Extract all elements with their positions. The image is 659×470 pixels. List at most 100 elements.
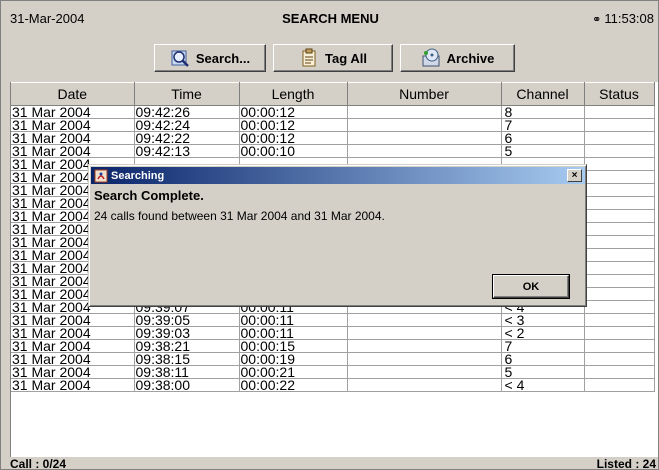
column-header-number[interactable]: Number xyxy=(347,82,502,106)
cell-time: 09:38:15 xyxy=(134,352,240,366)
cell-length: 00:00:21 xyxy=(239,365,348,379)
cell-time: 09:38:11 xyxy=(134,365,240,379)
cell-number xyxy=(347,352,502,366)
cell-channel: < 4 xyxy=(501,378,585,392)
cell-length: 00:00:12 xyxy=(239,131,348,145)
cell-channel: 6 xyxy=(501,352,585,366)
cell-time: 09:42:24 xyxy=(134,118,240,132)
column-header-date[interactable]: Date xyxy=(11,82,135,106)
magnifier-icon xyxy=(170,48,190,68)
cell-number xyxy=(347,326,502,340)
call-count: Call : 0/24 xyxy=(10,457,67,470)
tag-all-button[interactable]: Tag All xyxy=(273,44,393,72)
cell-channel: 5 xyxy=(501,365,585,379)
cell-length: 00:00:22 xyxy=(239,378,348,392)
cell-number xyxy=(347,105,502,119)
dialog-title: Searching xyxy=(111,169,165,182)
cell-status xyxy=(584,378,655,392)
cell-date: 31 Mar 2004 xyxy=(11,105,135,119)
cell-status xyxy=(584,235,655,249)
listed-count: Listed : 24 xyxy=(596,457,656,470)
cell-status xyxy=(584,326,655,340)
cell-date: 31 Mar 2004 xyxy=(11,339,135,353)
cell-status xyxy=(584,339,655,353)
cell-status xyxy=(584,157,655,171)
cell-time: 09:38:21 xyxy=(134,339,240,353)
archive-disc-icon xyxy=(421,48,441,68)
cell-date: 31 Mar 2004 xyxy=(11,378,135,392)
cell-date: 31 Mar 2004 xyxy=(11,352,135,366)
dialog-title-bar[interactable]: Searching × xyxy=(91,167,585,184)
page-title: SEARCH MENU xyxy=(282,11,379,26)
cell-length: 00:00:15 xyxy=(239,339,348,353)
cell-channel: 8 xyxy=(501,105,585,119)
title-bar: 31-Mar-2004 SEARCH MENU ⚭ 11:53:08 xyxy=(1,1,658,37)
cell-number xyxy=(347,313,502,327)
column-header-time[interactable]: Time xyxy=(134,82,240,106)
cell-number xyxy=(347,378,502,392)
table-row[interactable]: 31 Mar 2004 09:38:15 00:00:19 6 xyxy=(11,352,655,366)
cell-time: 09:39:03 xyxy=(134,326,240,340)
table-row[interactable]: 31 Mar 2004 09:42:24 00:00:12 7 xyxy=(11,118,655,132)
dialog-heading: Search Complete. xyxy=(94,188,204,203)
table-header-row: Date Time Length Number Channel Status xyxy=(11,82,655,106)
cell-length: 00:00:12 xyxy=(239,105,348,119)
cell-status xyxy=(584,248,655,262)
cell-status xyxy=(584,313,655,327)
clock-time: 11:53:08 xyxy=(604,11,654,26)
cell-date: 31 Mar 2004 xyxy=(11,144,135,158)
status-bar: Call : 0/24 Listed : 24 xyxy=(1,457,658,470)
cell-date: 31 Mar 2004 xyxy=(11,365,135,379)
table-row[interactable]: 31 Mar 2004 09:39:03 00:00:11 < 2 xyxy=(11,326,655,340)
table-row[interactable]: 31 Mar 2004 09:38:00 00:00:22 < 4 xyxy=(11,378,655,392)
cell-number xyxy=(347,365,502,379)
searching-dialog: Searching × Search Complete. 24 calls fo… xyxy=(88,164,587,307)
cell-length: 00:00:11 xyxy=(239,326,348,340)
column-header-channel[interactable]: Channel xyxy=(501,82,585,106)
search-button[interactable]: Search... xyxy=(154,44,266,72)
cell-status xyxy=(584,261,655,275)
search-menu-window: 31-Mar-2004 SEARCH MENU ⚭ 11:53:08 Search… xyxy=(0,0,659,470)
java-app-icon xyxy=(94,169,108,183)
ok-button[interactable]: OK xyxy=(493,275,569,298)
cell-channel: 6 xyxy=(501,131,585,145)
table-row[interactable]: 31 Mar 2004 09:42:22 00:00:12 6 xyxy=(11,131,655,145)
cell-length: 00:00:10 xyxy=(239,144,348,158)
cell-channel: 5 xyxy=(501,144,585,158)
cell-length: 00:00:19 xyxy=(239,352,348,366)
cell-status xyxy=(584,222,655,236)
cell-channel: 7 xyxy=(501,339,585,353)
cell-number xyxy=(347,118,502,132)
cell-date: 31 Mar 2004 xyxy=(11,118,135,132)
cell-date: 31 Mar 2004 xyxy=(11,326,135,340)
cell-status xyxy=(584,196,655,210)
cell-date: 31 Mar 2004 xyxy=(11,131,135,145)
cell-channel: 7 xyxy=(501,118,585,132)
table-row[interactable]: 31 Mar 2004 09:38:11 00:00:21 5 xyxy=(11,365,655,379)
cell-date: 31 Mar 2004 xyxy=(11,313,135,327)
tag-all-button-label: Tag All xyxy=(325,50,367,66)
cell-channel: < 3 xyxy=(501,313,585,327)
cell-length: 00:00:11 xyxy=(239,313,348,327)
cell-time: 09:42:26 xyxy=(134,105,240,119)
table-row[interactable]: 31 Mar 2004 09:42:13 00:00:10 5 xyxy=(11,144,655,158)
cell-number xyxy=(347,144,502,158)
cell-status xyxy=(584,365,655,379)
column-header-length[interactable]: Length xyxy=(239,82,348,106)
cell-number xyxy=(347,339,502,353)
cell-status xyxy=(584,183,655,197)
close-icon[interactable]: × xyxy=(567,169,582,182)
cell-status xyxy=(584,144,655,158)
table-row[interactable]: 31 Mar 2004 09:42:26 00:00:12 8 xyxy=(11,105,655,119)
cell-status xyxy=(584,118,655,132)
table-row[interactable]: 31 Mar 2004 09:38:21 00:00:15 7 xyxy=(11,339,655,353)
cell-time: 09:38:00 xyxy=(134,378,240,392)
archive-button[interactable]: Archive xyxy=(400,44,515,72)
search-button-label: Search... xyxy=(195,50,251,66)
dialog-message: 24 calls found between 31 Mar 2004 and 3… xyxy=(94,209,385,223)
cell-channel: < 2 xyxy=(501,326,585,340)
table-row[interactable]: 31 Mar 2004 09:39:05 00:00:11 < 3 xyxy=(11,313,655,327)
column-header-status[interactable]: Status xyxy=(584,82,655,106)
cell-number xyxy=(347,131,502,145)
cell-status xyxy=(584,287,655,301)
